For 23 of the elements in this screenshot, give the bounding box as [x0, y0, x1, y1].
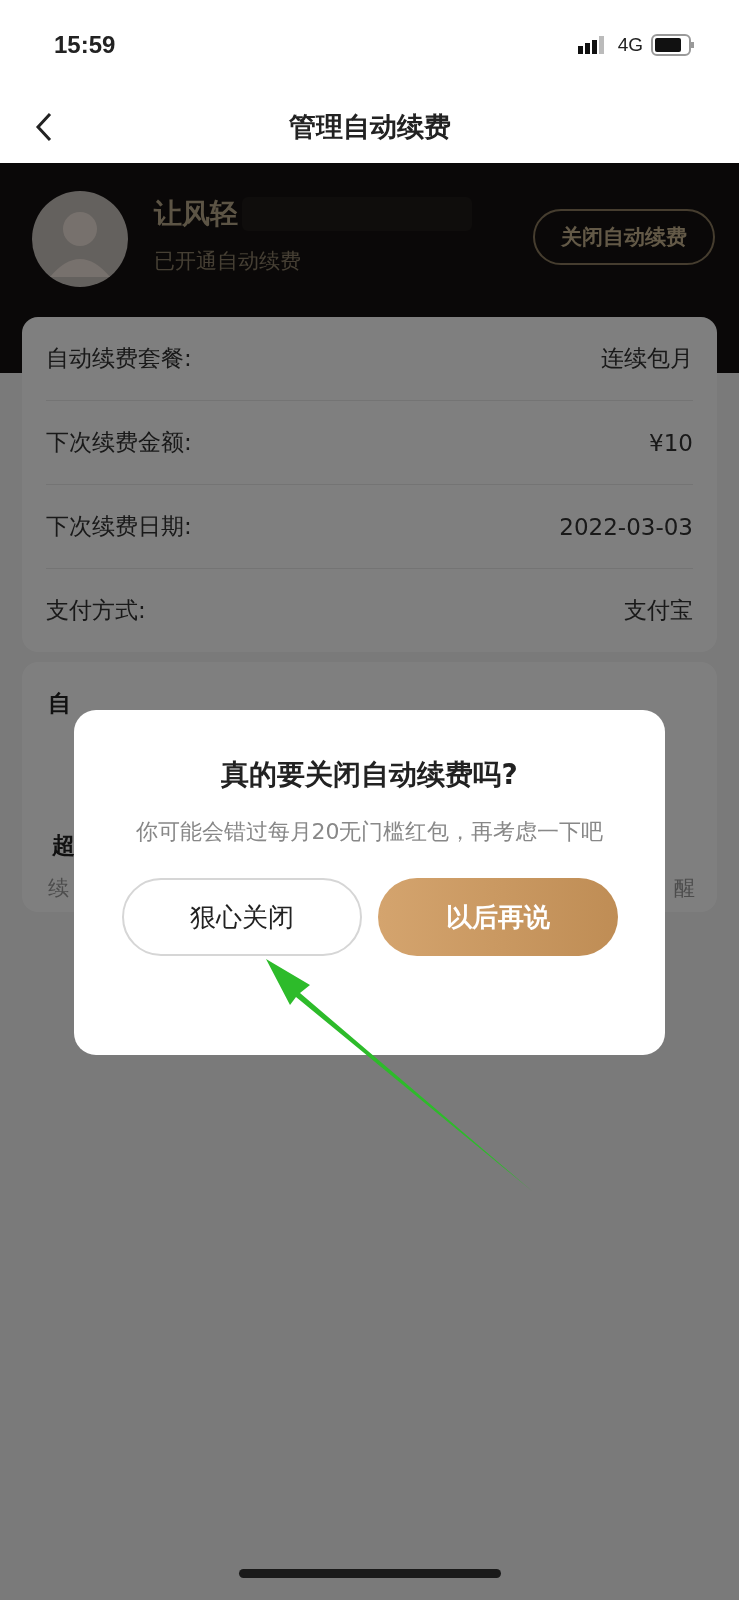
- detail-value: ¥10: [649, 429, 693, 456]
- page-title: 管理自动续费: [288, 109, 451, 144]
- user-name: 让风轻: [154, 196, 238, 232]
- dialog-title: 真的要关闭自动续费吗?: [221, 757, 518, 793]
- dialog-message: 你可能会错过每月20无门槛红包，再考虑一下吧: [134, 818, 605, 846]
- detail-value: 2022-03-03: [559, 513, 693, 540]
- card-heading: 自: [48, 689, 71, 718]
- detail-label: 下次续费日期:: [46, 512, 192, 541]
- item-text: 超: [52, 831, 75, 860]
- detail-label: 自动续费套餐:: [46, 344, 192, 373]
- detail-value: 支付宝: [624, 596, 693, 625]
- battery-icon: [651, 34, 695, 56]
- detail-label: 支付方式:: [46, 596, 146, 625]
- later-button[interactable]: 以后再说: [377, 878, 618, 956]
- back-icon[interactable]: [34, 112, 54, 142]
- status-time: 15:59: [54, 31, 116, 59]
- network-label: 4G: [617, 34, 643, 56]
- detail-value: 连续包月: [601, 344, 693, 373]
- detail-label: 下次续费金额:: [46, 428, 192, 457]
- avatar-icon: [32, 191, 128, 287]
- close-button[interactable]: 狠心关闭: [121, 878, 362, 956]
- disable-autorenew-button[interactable]: 关闭自动续费: [533, 209, 715, 265]
- subscription-status: 已开通自动续费: [154, 248, 302, 275]
